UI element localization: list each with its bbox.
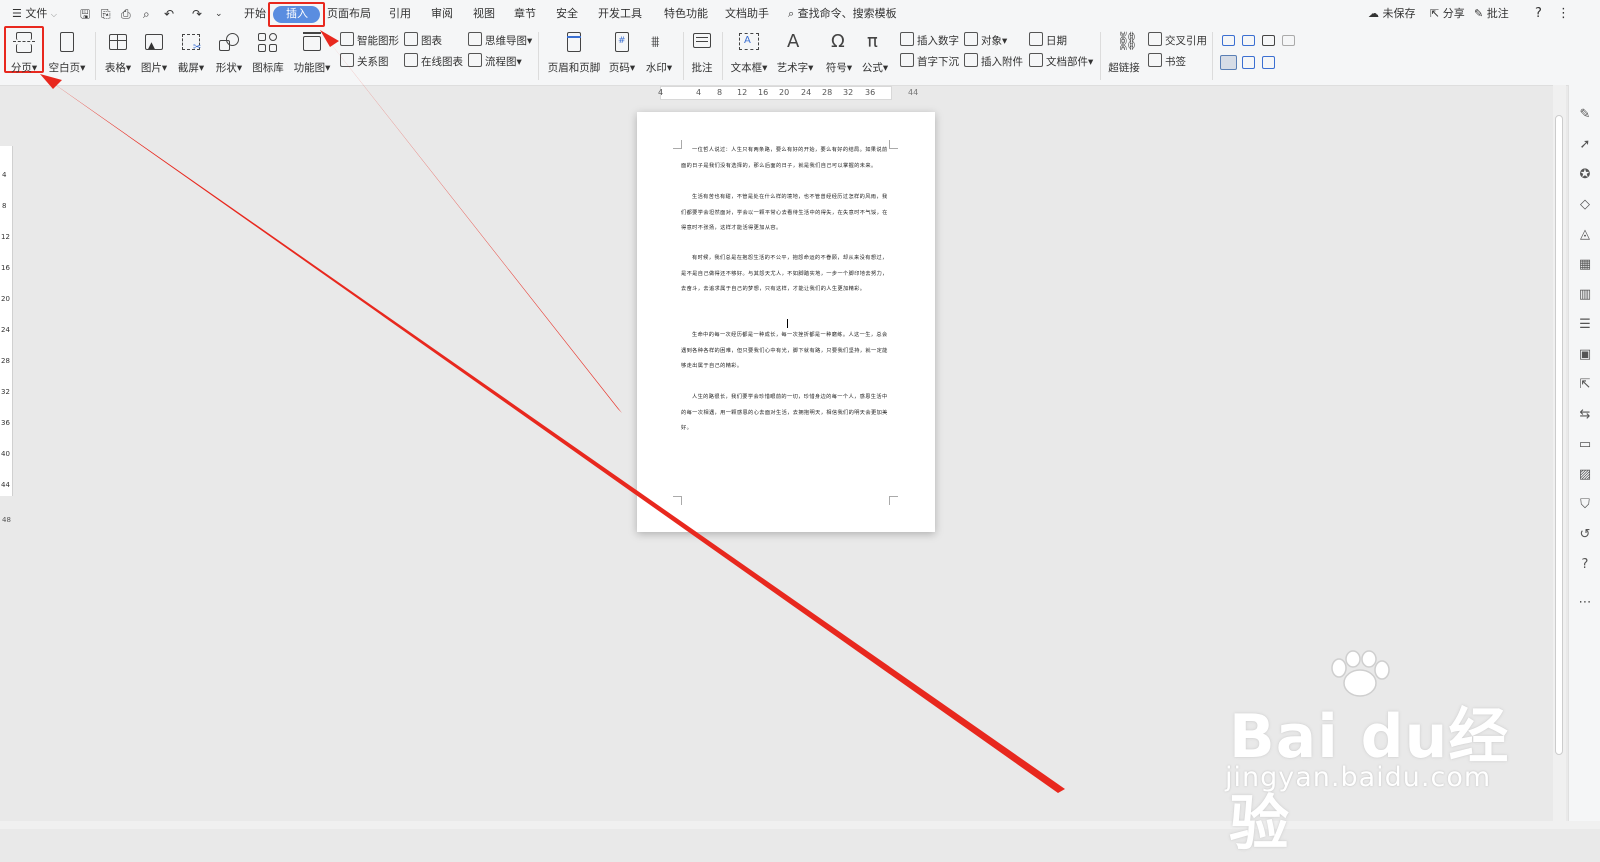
watermark-url: jingyan.baidu.com <box>1225 762 1492 793</box>
baidu-jingyan-watermark: Bai du经验 jingyan.baidu.com <box>1225 650 1515 859</box>
red-arrow <box>40 74 1065 793</box>
red-arrow <box>320 30 622 413</box>
